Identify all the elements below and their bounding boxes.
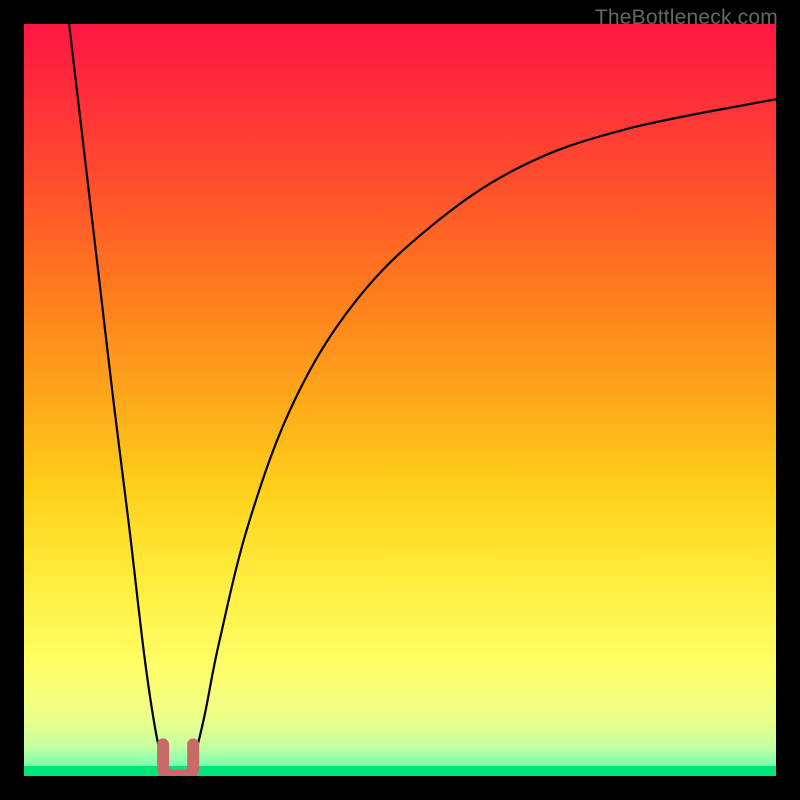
minimum-marker: [163, 744, 193, 776]
curve-left: [69, 24, 171, 776]
plot-area: [24, 24, 776, 776]
curve-right: [186, 99, 776, 776]
curve-layer: [24, 24, 776, 776]
watermark-text: TheBottleneck.com: [595, 6, 778, 30]
chart-container: TheBottleneck.com: [0, 0, 800, 800]
